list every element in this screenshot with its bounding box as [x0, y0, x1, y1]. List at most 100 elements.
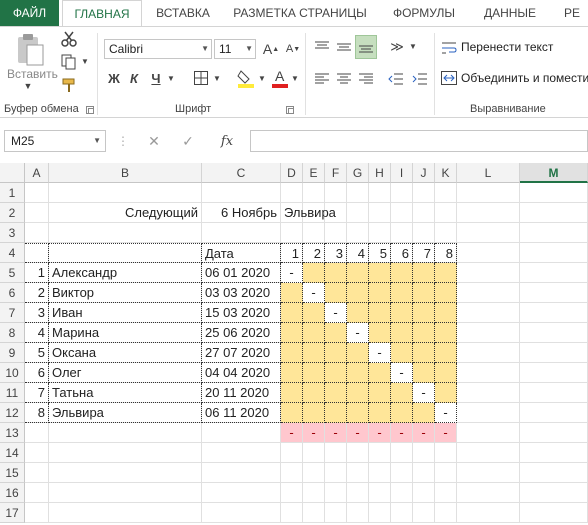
schedule-cell[interactable]	[369, 383, 391, 403]
schedule-cell[interactable]	[435, 323, 457, 343]
column-header-j[interactable]: J	[413, 163, 435, 183]
schedule-cell[interactable]	[413, 283, 435, 303]
fill-color-dropdown-icon[interactable]: ▼	[257, 71, 267, 85]
schedule-cell[interactable]	[325, 263, 347, 283]
cell[interactable]	[457, 343, 520, 363]
row-header-10[interactable]: 10	[0, 363, 25, 383]
insert-function-icon[interactable]: fx	[216, 132, 238, 150]
cell[interactable]	[49, 443, 202, 463]
diagonal-dash-cell[interactable]: -	[303, 283, 325, 303]
schedule-cell[interactable]	[325, 343, 347, 363]
cell[interactable]	[520, 483, 588, 503]
row-header-5[interactable]: 5	[0, 263, 25, 283]
cell[interactable]	[391, 483, 413, 503]
cell-d2[interactable]: Эльвира	[281, 203, 336, 223]
schedule-cell[interactable]	[369, 403, 391, 423]
schedule-cell[interactable]	[391, 403, 413, 423]
cell[interactable]	[457, 223, 520, 243]
cell[interactable]	[25, 223, 49, 243]
person-date[interactable]: 04 04 2020	[202, 363, 281, 383]
schedule-cell[interactable]	[369, 303, 391, 323]
tab-data[interactable]: ДАННЫЕ	[470, 0, 550, 26]
schedule-cell[interactable]	[413, 263, 435, 283]
underline-button[interactable]: Ч	[148, 69, 164, 87]
cell[interactable]	[520, 503, 588, 523]
cell[interactable]	[391, 463, 413, 483]
person-date[interactable]: 27 07 2020	[202, 343, 281, 363]
cell[interactable]	[281, 223, 303, 243]
align-right-icon[interactable]	[356, 69, 376, 89]
schedule-cell[interactable]	[391, 343, 413, 363]
enter-icon[interactable]: ✓	[178, 132, 198, 150]
schedule-cell[interactable]	[391, 263, 413, 283]
cell[interactable]	[303, 183, 325, 203]
cell[interactable]	[457, 463, 520, 483]
cell[interactable]	[520, 283, 588, 303]
schedule-cell[interactable]	[347, 383, 369, 403]
cell[interactable]	[520, 243, 588, 263]
tab-file[interactable]: ФАЙЛ	[0, 0, 59, 26]
cell[interactable]	[435, 223, 457, 243]
cell[interactable]	[413, 223, 435, 243]
schedule-cell[interactable]	[435, 343, 457, 363]
cell[interactable]	[49, 183, 202, 203]
column-header-l[interactable]: L	[457, 163, 520, 183]
font-color-icon[interactable]: A	[270, 67, 290, 89]
align-top-icon[interactable]	[312, 37, 332, 57]
column-header-f[interactable]: F	[325, 163, 347, 183]
cell[interactable]	[391, 183, 413, 203]
cell[interactable]	[520, 303, 588, 323]
schedule-cell[interactable]	[303, 383, 325, 403]
cell[interactable]	[49, 423, 202, 443]
schedule-cell[interactable]	[303, 403, 325, 423]
total-dash-cell[interactable]: -	[303, 423, 325, 443]
cell[interactable]	[281, 463, 303, 483]
merge-center-icon[interactable]	[440, 69, 458, 87]
cell[interactable]	[520, 343, 588, 363]
cell[interactable]	[457, 323, 520, 343]
total-dash-cell[interactable]: -	[281, 423, 303, 443]
person-index[interactable]: 7	[25, 383, 49, 403]
diagonal-dash-cell[interactable]: -	[281, 263, 303, 283]
cell-b2[interactable]: Следующий	[49, 203, 202, 223]
row-header-13[interactable]: 13	[0, 423, 25, 443]
cell[interactable]	[520, 423, 588, 443]
cell[interactable]	[281, 483, 303, 503]
schedule-cell[interactable]	[413, 343, 435, 363]
cell[interactable]	[369, 443, 391, 463]
cell[interactable]	[391, 503, 413, 523]
cell[interactable]	[520, 383, 588, 403]
cell[interactable]	[520, 323, 588, 343]
column-header-a[interactable]: A	[25, 163, 49, 183]
schedule-cell[interactable]	[369, 263, 391, 283]
cell[interactable]	[520, 463, 588, 483]
italic-button[interactable]: К	[126, 69, 142, 87]
day-number-header[interactable]: 7	[413, 243, 435, 263]
cell[interactable]	[325, 503, 347, 523]
cell[interactable]	[520, 183, 588, 203]
cell[interactable]	[325, 463, 347, 483]
cell[interactable]	[369, 483, 391, 503]
schedule-cell[interactable]	[281, 383, 303, 403]
cell[interactable]	[457, 383, 520, 403]
schedule-cell[interactable]	[281, 303, 303, 323]
cell[interactable]	[391, 203, 413, 223]
cell[interactable]	[520, 203, 588, 223]
schedule-cell[interactable]	[391, 383, 413, 403]
person-name[interactable]: Виктор	[49, 283, 202, 303]
person-name[interactable]: Татьна	[49, 383, 202, 403]
column-header-g[interactable]: G	[347, 163, 369, 183]
cell[interactable]	[413, 483, 435, 503]
bold-button[interactable]: Ж	[106, 69, 122, 87]
cell[interactable]	[202, 443, 281, 463]
row-header-16[interactable]: 16	[0, 483, 25, 503]
cell[interactable]	[391, 443, 413, 463]
row-header-6[interactable]: 6	[0, 283, 25, 303]
cell[interactable]	[49, 223, 202, 243]
cell[interactable]	[457, 443, 520, 463]
worksheet-grid[interactable]: A B C D E F G H I J K L M 1 2 3 4 5 6 7 8 9 10 11 12 13 14 15 16 17 Сл…	[0, 163, 588, 525]
cell[interactable]	[325, 183, 347, 203]
day-number-header[interactable]: 4	[347, 243, 369, 263]
tab-review[interactable]: РЕ	[556, 0, 588, 26]
schedule-cell[interactable]	[303, 303, 325, 323]
